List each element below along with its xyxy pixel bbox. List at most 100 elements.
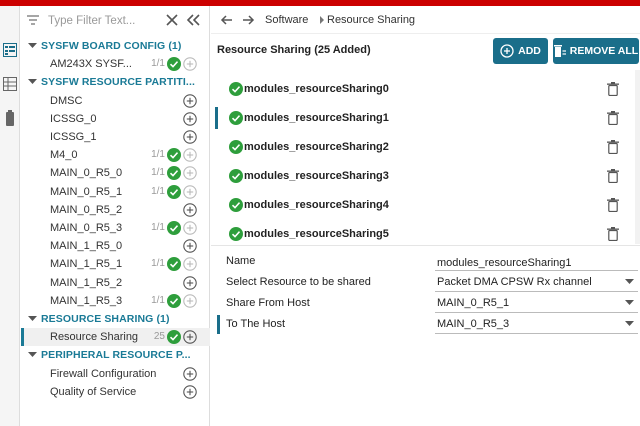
instance-row[interactable]: modules_resourceSharing3 (211, 161, 631, 190)
share-from-select[interactable]: MAIN_0_R5_1 (435, 293, 638, 313)
tree-item-count: 1/1 (151, 167, 165, 179)
main-panel: Software Resource Sharing Resource Shari… (211, 6, 640, 426)
table-icon[interactable] (2, 76, 18, 92)
tree-item[interactable]: MAIN_1_R5_0 (21, 237, 210, 255)
check-circle-icon (167, 330, 181, 345)
instance-row[interactable]: modules_resourceSharing1 (211, 103, 631, 132)
trash-icon[interactable] (607, 169, 619, 183)
breadcrumb-root[interactable]: Software (265, 14, 308, 26)
add-instance-icon[interactable] (183, 184, 197, 199)
add-instance-icon[interactable] (183, 366, 197, 381)
trash-icon[interactable] (607, 198, 619, 212)
clear-filter-icon[interactable] (164, 12, 180, 28)
tree-item[interactable]: MAIN_0_R5_2 (21, 201, 210, 219)
tree-item-count: 1/1 (151, 185, 165, 197)
tree-item[interactable]: M4_0 1/1 (21, 146, 210, 164)
tree-item[interactable]: AM243X SYSF... 1/1 (21, 55, 210, 73)
tree-item[interactable]: Quality of Service (21, 383, 210, 401)
check-circle-icon (167, 293, 181, 308)
to-host-select-value: MAIN_0_R5_3 (437, 318, 510, 330)
add-instance-icon[interactable] (183, 93, 197, 108)
forward-arrow-icon[interactable] (241, 13, 255, 27)
resource-select[interactable]: Packet DMA CPSW Rx channel (435, 272, 638, 292)
tree-item[interactable]: Firewall Configuration (21, 365, 210, 383)
tree-item[interactable]: ICSSG_1 (21, 128, 210, 146)
dropdown-arrow-icon (625, 321, 634, 326)
check-circle-icon (229, 111, 243, 125)
add-instance-icon[interactable] (183, 203, 197, 217)
tree-category-label: RESOURCE SHARING (1) (41, 313, 170, 325)
tree-item[interactable]: ICSSG_0 (21, 110, 210, 128)
check-circle-icon (167, 257, 181, 272)
remove-all-button[interactable]: REMOVE ALL (553, 38, 639, 64)
check-circle-icon (229, 198, 243, 212)
add-instance-icon[interactable] (183, 330, 197, 344)
collapse-all-icon[interactable] (185, 12, 201, 28)
check-circle-icon (167, 184, 181, 199)
check-circle-icon (229, 82, 243, 96)
tree-item-count: 1/1 (151, 258, 165, 270)
instance-name: modules_resourceSharing5 (244, 228, 389, 240)
tree-item-label: MAIN_0_R5_2 (50, 203, 123, 216)
add-button[interactable]: ADD (493, 38, 548, 64)
caret-down-icon[interactable] (28, 350, 37, 359)
instance-row[interactable]: modules_resourceSharing2 (211, 132, 631, 161)
instance-row[interactable]: modules_resourceSharing0 (211, 74, 631, 103)
tree-item[interactable]: MAIN_0_R5_3 1/1 (21, 219, 210, 237)
caret-down-icon[interactable] (28, 314, 37, 323)
focus-indicator (217, 315, 220, 334)
add-instance-icon[interactable] (183, 275, 197, 290)
tree-category-board-config[interactable]: SYSFW BOARD CONFIG (1) (21, 37, 210, 55)
tree-item-label: ICSSG_1 (50, 131, 97, 143)
add-instance-icon[interactable] (183, 166, 197, 181)
tree-item[interactable]: DMSC (21, 92, 210, 110)
tree-item-label: MAIN_1_R5_3 (50, 294, 123, 307)
form-row-to-host: To The Host MAIN_0_R5_3 (211, 314, 640, 334)
filter-input[interactable] (48, 12, 178, 30)
tree-category-resource-partition[interactable]: SYSFW RESOURCE PARTITI... (21, 73, 210, 91)
tree-item[interactable]: MAIN_0_R5_0 1/1 (21, 164, 210, 182)
trash-icon[interactable] (607, 111, 619, 125)
instance-name: modules_resourceSharing0 (244, 83, 389, 95)
tree-item[interactable]: MAIN_1_R5_3 1/1 (21, 292, 210, 310)
add-instance-icon[interactable] (183, 294, 197, 308)
tree-category-peripheral[interactable]: PERIPHERAL RESOURCE P... (21, 346, 210, 364)
tree-item-label: MAIN_1_R5_1 (50, 258, 123, 271)
tree-item-label: MAIN_1_R5_0 (50, 240, 123, 253)
battery-icon[interactable] (2, 110, 18, 126)
add-instance-icon[interactable] (183, 112, 197, 126)
add-instance-icon[interactable] (183, 130, 197, 144)
config-list-icon[interactable] (2, 42, 18, 58)
trash-icon[interactable] (607, 140, 619, 154)
tree-item-label: ICSSG_0 (50, 112, 97, 125)
tree-item[interactable]: Resource Sharing 25 (21, 328, 210, 347)
trash-icon[interactable] (607, 227, 619, 241)
panel-title: Resource Sharing (25 Added) (217, 44, 371, 56)
add-instance-icon[interactable] (183, 239, 197, 253)
caret-down-icon[interactable] (28, 77, 37, 86)
instance-row[interactable]: modules_resourceSharing4 (211, 190, 631, 219)
tree-item[interactable]: MAIN_1_R5_2 (21, 274, 210, 292)
tree-item[interactable]: MAIN_1_R5_1 1/1 (21, 255, 210, 273)
trash-icon[interactable] (607, 82, 619, 96)
list-scrollbar[interactable] (635, 70, 640, 244)
add-instance-icon[interactable] (183, 257, 197, 272)
instance-row[interactable]: modules_resourceSharing5 (211, 219, 631, 248)
to-host-select[interactable]: MAIN_0_R5_3 (435, 314, 638, 334)
add-instance-icon[interactable] (183, 385, 197, 399)
check-circle-icon (167, 148, 181, 163)
tree-item-count: 1/1 (151, 149, 165, 161)
add-instance-icon[interactable] (183, 148, 197, 162)
config-tree-panel: SYSFW BOARD CONFIG (1) AM243X SYSF... 1/1 S… (21, 6, 210, 426)
add-instance-icon[interactable] (183, 57, 197, 71)
form-row-resource: Select Resource to be shared Packet DMA … (211, 272, 640, 292)
tree-item[interactable]: MAIN_0_R5_1 1/1 (21, 183, 210, 201)
caret-down-icon[interactable] (28, 41, 37, 50)
add-instance-icon[interactable] (183, 221, 197, 235)
tree-item-label: Quality of Service (50, 385, 137, 398)
instance-name: modules_resourceSharing2 (244, 141, 389, 153)
back-arrow-icon[interactable] (220, 13, 234, 27)
tree-category-resource-sharing[interactable]: RESOURCE SHARING (1) (21, 310, 210, 328)
name-field[interactable] (435, 251, 638, 271)
dropdown-arrow-icon (625, 300, 634, 305)
